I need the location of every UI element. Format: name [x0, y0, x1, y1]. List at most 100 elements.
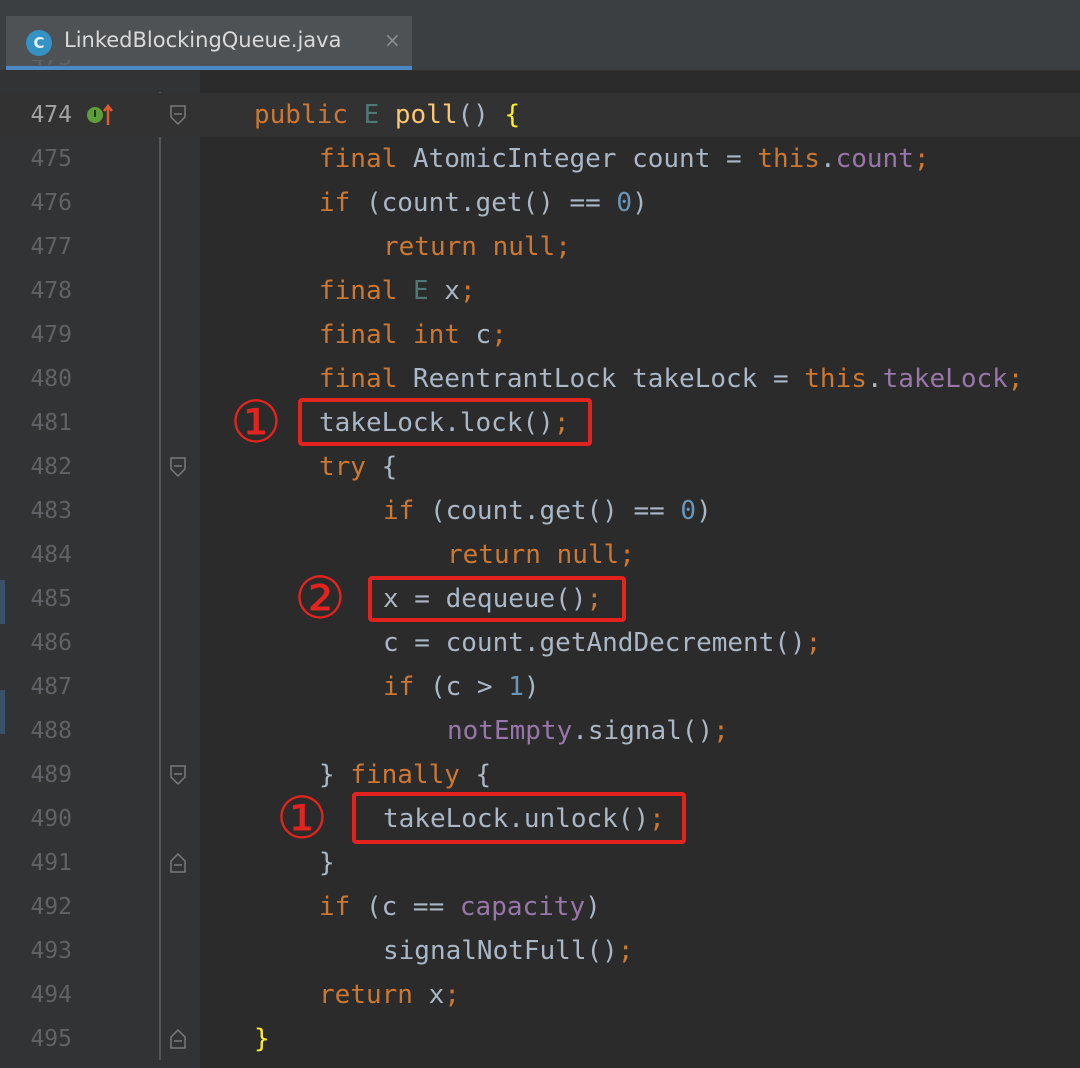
code-token: return	[319, 980, 413, 1010]
code-line-494[interactable]: 494 return x;	[0, 973, 1080, 1017]
code-text: if (count.get() == 0)	[383, 489, 712, 533]
line-number: 482	[30, 454, 72, 480]
code-line-476[interactable]: 476 if (count.get() == 0)	[0, 181, 1080, 225]
code-text: c = count.getAndDecrement();	[383, 621, 821, 665]
code-line-482[interactable]: 482 try {	[0, 445, 1080, 489]
line-number: 495	[30, 1026, 72, 1052]
code-token: x	[412, 980, 445, 1010]
code-line-488[interactable]: 488 notEmpty.signal();	[0, 709, 1080, 753]
code-token: 1	[508, 672, 524, 702]
close-icon[interactable]: ×	[384, 28, 401, 52]
code-token: return	[383, 232, 477, 262]
code-line-474[interactable]: 474 public E poll() {	[0, 93, 1080, 137]
line-number: 477	[30, 234, 72, 260]
code-text: }	[254, 1017, 270, 1061]
code-token: E	[412, 276, 429, 306]
code-token: poll	[394, 100, 458, 130]
code-token: finally	[350, 760, 460, 790]
code-token: ReentrantLock takeLock =	[397, 364, 805, 394]
code-token: final	[319, 144, 398, 174]
code-token: }	[319, 848, 335, 878]
override-gutter-icon[interactable]	[86, 103, 116, 127]
code-line-483[interactable]: 483 if (count.get() == 0)	[0, 489, 1080, 533]
partial-line: 473	[0, 60, 1080, 80]
code-token: ;	[459, 276, 476, 306]
code-line-478[interactable]: 478 final E x;	[0, 269, 1080, 313]
code-text: final E x;	[319, 269, 476, 313]
line-number: 476	[30, 190, 72, 216]
code-token: this	[757, 144, 820, 174]
code-token: final	[319, 320, 398, 350]
code-token: ;	[491, 320, 507, 350]
code-token: (c >	[414, 672, 509, 702]
code-token: ;	[913, 144, 930, 174]
line-number: 481	[30, 410, 72, 436]
code-line-493[interactable]: 493 signalNotFull();	[0, 929, 1080, 973]
code-token: )	[632, 188, 648, 218]
code-line-486[interactable]: 486 c = count.getAndDecrement();	[0, 621, 1080, 665]
fold-end-icon[interactable]	[170, 1029, 186, 1049]
code-token: x	[428, 276, 460, 306]
code-line-492[interactable]: 492 if (c == capacity)	[0, 885, 1080, 929]
code-token: .signal()	[572, 716, 714, 746]
code-text: return null;	[447, 533, 635, 577]
code-token: null	[492, 232, 556, 262]
code-token: public	[254, 100, 348, 130]
code-token: ;	[713, 716, 729, 746]
code-line-491[interactable]: 491}	[0, 841, 1080, 885]
code-token: ;	[444, 980, 460, 1010]
fold-collapse-icon[interactable]	[170, 457, 186, 477]
code-token: ;	[617, 936, 634, 966]
code-token: {	[365, 452, 398, 482]
code-line-475[interactable]: 475 final AtomicInteger count = this.coun…	[0, 137, 1080, 181]
code-line-489[interactable]: 489} finally {	[0, 753, 1080, 797]
line-number: 486	[30, 630, 72, 656]
code-token: (c ==	[350, 892, 460, 922]
code-token: return	[447, 540, 541, 570]
fold-end-icon[interactable]	[170, 853, 186, 873]
code-line-479[interactable]: 479 final int c;	[0, 313, 1080, 357]
fold-collapse-icon[interactable]	[170, 765, 186, 785]
code-line-495[interactable]: 495}	[0, 1017, 1080, 1061]
line-number: 473	[0, 60, 72, 80]
code-line-480[interactable]: 480 final ReentrantLock takeLock = this.t…	[0, 357, 1080, 401]
code-token: (count.get() ==	[350, 188, 617, 218]
line-number: 475	[30, 146, 72, 172]
fold-collapse-icon[interactable]	[170, 105, 186, 125]
line-number: 487	[30, 674, 72, 700]
code-token: if	[383, 672, 415, 702]
code-line-487[interactable]: 487 if (c > 1)	[0, 665, 1080, 709]
line-number: 485	[30, 586, 72, 612]
code-token: if	[319, 892, 351, 922]
line-number: 478	[30, 278, 72, 304]
code-token: int	[412, 320, 460, 350]
code-token: this	[804, 364, 867, 394]
line-number: 493	[30, 938, 72, 964]
code-token: ;	[555, 232, 571, 262]
code-token: c	[459, 320, 492, 350]
code-token: capacity	[459, 892, 586, 922]
highlight-dequeue	[368, 576, 626, 622]
code-token: signalNotFull()	[383, 936, 618, 966]
code-token: ;	[619, 540, 635, 570]
line-number: 483	[30, 498, 72, 524]
code-line-484[interactable]: 484 return null;	[0, 533, 1080, 577]
code-text: if (c > 1)	[383, 665, 540, 709]
code-token: ;	[1007, 364, 1024, 394]
annotation-mark-3: ①	[276, 784, 328, 852]
line-number: 489	[30, 762, 72, 788]
code-token: )	[696, 496, 712, 526]
code-token: .	[866, 364, 883, 394]
code-text: final ReentrantLock takeLock = this.take…	[319, 357, 1023, 401]
code-token: null	[556, 540, 620, 570]
line-number: 492	[30, 894, 72, 920]
code-text: signalNotFull();	[383, 929, 633, 973]
code-line-477[interactable]: 477 return null;	[0, 225, 1080, 269]
code-token: count	[835, 144, 914, 174]
code-token: AtomicInteger count =	[397, 144, 758, 174]
